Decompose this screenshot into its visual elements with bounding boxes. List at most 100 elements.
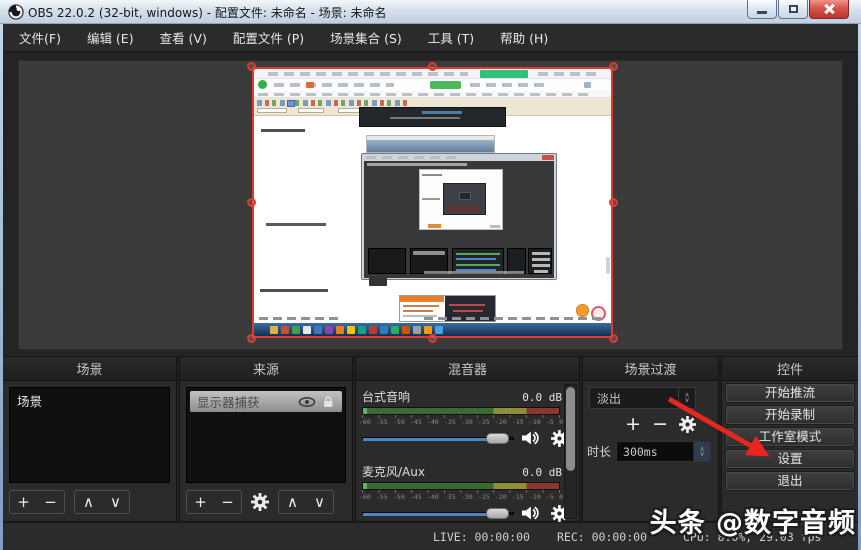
- rec-time: REC: 00:00:00: [557, 530, 647, 544]
- menu-item-profile[interactable]: 配置文件 (P): [220, 23, 317, 52]
- mixer-panel-header[interactable]: 混音器: [356, 357, 579, 381]
- captured-dark-tag: [369, 277, 387, 286]
- captured-footer-text-right: [424, 317, 604, 320]
- exit-button[interactable]: 退出: [725, 471, 855, 491]
- captured-browser-addressbar: [254, 79, 611, 91]
- captured-obs-window: [361, 153, 557, 280]
- preview-canvas[interactable]: [18, 60, 843, 350]
- captured-emoji-sticker: [576, 304, 589, 317]
- visibility-eye-icon[interactable]: [298, 397, 316, 407]
- controls-panel-header[interactable]: 控件: [722, 357, 858, 381]
- captured-obs-close: [542, 155, 554, 160]
- scene-list-item[interactable]: 场景: [10, 388, 169, 413]
- captured-mini-obs: [443, 183, 486, 215]
- selection-handle[interactable]: [428, 62, 437, 71]
- source-properties-gear-icon[interactable]: [251, 493, 269, 511]
- minimize-icon: [757, 11, 767, 14]
- lock-icon[interactable]: [322, 396, 335, 407]
- remove-transition-button[interactable]: −: [652, 413, 668, 435]
- selection-handle[interactable]: [247, 198, 256, 207]
- captured-text-line-2: [266, 223, 326, 226]
- menu-item-view[interactable]: 查看 (V): [147, 23, 220, 52]
- title-bar[interactable]: OBS 22.0.2 (32-bit, windows) - 配置文件: 未命名…: [0, 0, 861, 24]
- duration-spinner-icon[interactable]: ∧∨: [693, 442, 710, 461]
- volume-slider-handle[interactable]: [486, 508, 509, 519]
- move-source-up-button[interactable]: ∧: [279, 491, 306, 513]
- close-button[interactable]: [809, 0, 849, 19]
- menu-bar: 文件(F) 编辑 (E) 查看 (V) 配置文件 (P) 场景集合 (S) 工具…: [0, 24, 861, 52]
- source-item-label: 显示器捕获: [197, 392, 260, 411]
- restore-icon: [789, 5, 798, 13]
- menu-item-file[interactable]: 文件(F): [6, 23, 74, 52]
- menu-item-edit[interactable]: 编辑 (E): [74, 23, 147, 52]
- settings-button[interactable]: 设置: [725, 449, 855, 469]
- transition-select[interactable]: 淡出 ∧∨: [589, 387, 696, 409]
- scenes-panel-header[interactable]: 场景: [3, 357, 176, 381]
- volume-slider[interactable]: [362, 430, 512, 446]
- start-streaming-button[interactable]: 开始推流: [725, 383, 855, 403]
- volume-meter: [362, 407, 560, 415]
- add-source-button[interactable]: +: [187, 491, 214, 513]
- sources-panel-header[interactable]: 来源: [180, 357, 352, 381]
- sources-list[interactable]: 显示器捕获: [186, 387, 346, 483]
- selection-handle[interactable]: [247, 62, 256, 71]
- mixer-scrollbar[interactable]: [564, 384, 577, 519]
- transitions-panel-header[interactable]: 场景过渡: [583, 357, 718, 381]
- move-source-down-button[interactable]: ∨: [306, 491, 333, 513]
- watermark-text: 头条 @数字音频: [650, 501, 856, 540]
- meter-scale: -60-55-50-45-40-35-30-25-20-15-10-50: [359, 418, 563, 426]
- remove-scene-button[interactable]: −: [37, 491, 64, 513]
- selection-handle[interactable]: [609, 334, 618, 343]
- selection-handle[interactable]: [609, 198, 618, 207]
- combo-spinner-icon[interactable]: ∧∨: [678, 388, 695, 408]
- captured-footer-text-left: [259, 317, 339, 320]
- transition-properties-gear-icon[interactable]: [679, 416, 696, 433]
- captured-text-line-1: [261, 129, 305, 132]
- controls-panel: 控件 开始推流 开始录制 工作室模式 设置 退出: [721, 356, 859, 522]
- scenes-panel: 场景 场景 + − ∧ ∨: [2, 356, 177, 522]
- menu-item-tools[interactable]: 工具 (T): [415, 23, 487, 52]
- sources-panel: 来源 显示器捕获 + − ∧ ∨: [179, 356, 353, 522]
- start-recording-button[interactable]: 开始录制: [725, 405, 855, 425]
- remove-source-button[interactable]: −: [214, 491, 241, 513]
- menu-item-scene-collection[interactable]: 场景集合 (S): [317, 23, 415, 52]
- mixer-scrollbar-thumb[interactable]: [566, 387, 575, 471]
- preview-area: [0, 52, 861, 356]
- duration-label: 时长: [587, 443, 611, 460]
- scenes-list[interactable]: 场景: [9, 387, 170, 483]
- speaker-mute-icon[interactable]: [521, 429, 539, 447]
- speaker-mute-icon[interactable]: [521, 504, 539, 522]
- obs-logo-icon: [8, 4, 24, 20]
- move-scene-up-button[interactable]: ∧: [75, 491, 102, 513]
- minimize-button[interactable]: [747, 0, 777, 19]
- display-capture-source[interactable]: [252, 67, 613, 338]
- selection-handle[interactable]: [609, 62, 618, 71]
- captured-green-button: [430, 81, 461, 89]
- channel-name: 麦克风/Aux: [362, 463, 425, 480]
- volume-slider[interactable]: [362, 505, 512, 521]
- duration-value: 300ms: [617, 445, 693, 459]
- close-icon: [823, 3, 835, 15]
- add-transition-button[interactable]: +: [625, 413, 641, 435]
- window-border-left: [0, 24, 3, 550]
- menu-item-help[interactable]: 帮助 (H): [487, 23, 561, 52]
- studio-mode-button[interactable]: 工作室模式: [725, 427, 855, 447]
- captured-text-line-3: [260, 289, 328, 292]
- source-list-item-selected[interactable]: 显示器捕获: [190, 391, 342, 412]
- captured-active-tab: [480, 70, 528, 78]
- channel-level: 0.0 dB: [522, 391, 562, 404]
- live-time: LIVE: 00:00:00: [433, 530, 530, 544]
- selection-handle[interactable]: [428, 334, 437, 343]
- add-scene-button[interactable]: +: [10, 491, 37, 513]
- restore-button[interactable]: [778, 0, 808, 19]
- mixer-channel-desktop-audio: 台式音响 0.0 dB -60-55-50-45-40-35-30-25-20-…: [362, 381, 568, 447]
- move-scene-down-button[interactable]: ∨: [102, 491, 129, 513]
- captured-orange-button: [428, 224, 441, 228]
- transition-selected-value: 淡出: [590, 390, 678, 407]
- captured-page-scrollbar: [606, 257, 610, 274]
- duration-spinbox[interactable]: 300ms ∧∨: [616, 441, 711, 462]
- captured-bookmarks-bar: [254, 91, 611, 98]
- captured-browser-logo: [258, 80, 267, 89]
- volume-slider-handle[interactable]: [486, 433, 509, 444]
- selection-handle[interactable]: [247, 334, 256, 343]
